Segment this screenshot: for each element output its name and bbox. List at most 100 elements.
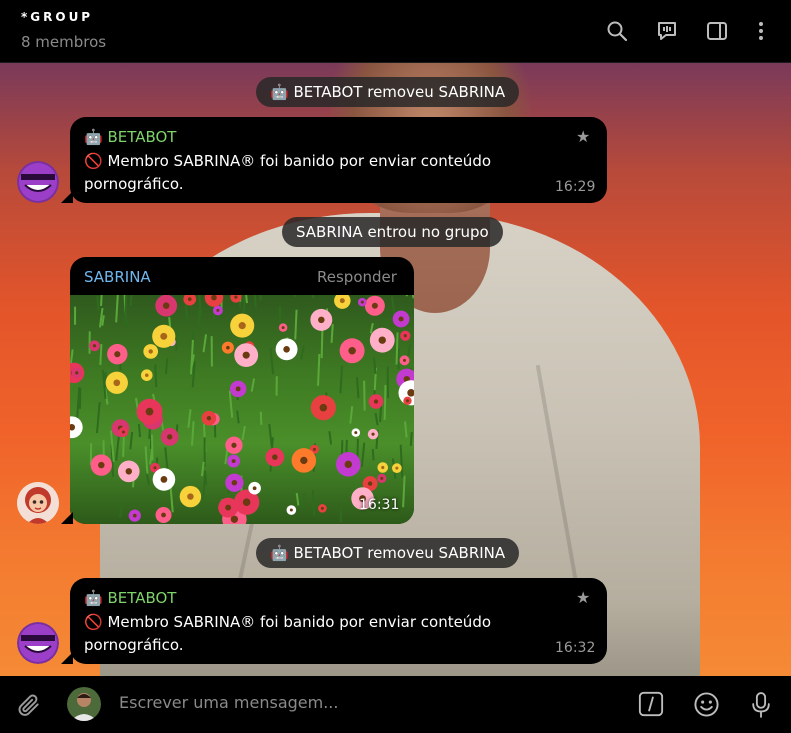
grass-stroke	[76, 387, 81, 419]
grass-stroke	[101, 315, 105, 326]
flower-center	[145, 407, 154, 416]
flower-center	[235, 386, 241, 392]
flower-center	[319, 403, 328, 412]
bot-command-icon[interactable]	[637, 690, 665, 718]
grass-stroke	[201, 475, 207, 503]
message-bubble[interactable]: 🤖 BETABOT ★ 🚫 Membro SABRINA® foi banido…	[70, 117, 607, 203]
avatar[interactable]	[17, 622, 59, 664]
sender-name[interactable]: 🤖 BETABOT	[84, 128, 176, 146]
grass-stroke	[402, 475, 406, 508]
grass-stroke	[100, 295, 103, 306]
star-icon[interactable]: ★	[576, 127, 590, 146]
flower-center	[211, 295, 217, 301]
grass-stroke	[269, 348, 275, 375]
flower-center	[272, 454, 278, 460]
grass-stroke	[339, 365, 344, 394]
flower-center	[231, 459, 236, 463]
grass-stroke	[356, 377, 360, 399]
flower-center	[320, 506, 324, 510]
message-bubble[interactable]: 🤖 BETABOT ★ 🚫 Membro SABRINA® foi banido…	[70, 578, 607, 664]
grass-stroke	[405, 295, 408, 297]
flower-center	[231, 479, 238, 486]
grass-stroke	[96, 295, 100, 311]
flower-center	[98, 461, 105, 469]
flower-center	[238, 322, 246, 330]
grass-stroke	[144, 446, 149, 474]
sender-name[interactable]: 🤖 BETABOT	[84, 589, 176, 607]
sidebar-toggle-icon[interactable]	[702, 16, 732, 46]
grass-stroke	[137, 423, 142, 438]
avatar[interactable]	[17, 161, 59, 203]
flower-center	[145, 373, 149, 377]
grass-stroke	[259, 295, 262, 301]
flower-center	[132, 513, 137, 518]
sender-name[interactable]: SABRINA	[84, 268, 151, 286]
grass-stroke	[253, 295, 257, 308]
flower-center	[234, 295, 238, 299]
flower-center	[339, 298, 345, 304]
grass-stroke	[300, 344, 306, 360]
grass-stroke	[349, 406, 354, 424]
flower-center	[148, 349, 153, 354]
flower-field-photo[interactable]	[70, 295, 414, 524]
flower-center	[344, 460, 352, 469]
flower-center	[153, 466, 157, 470]
chat-area[interactable]: 🤖 BETABOT removeu SABRINA 🤖 BETABOT ★ 🚫 …	[0, 63, 791, 676]
emoji-icon[interactable]	[692, 690, 720, 718]
flower-center	[92, 344, 97, 348]
grass-stroke	[129, 431, 134, 450]
flower-center	[354, 431, 358, 435]
flower-center	[162, 302, 170, 309]
reply-button[interactable]: Responder	[317, 268, 397, 286]
grass-stroke	[99, 344, 103, 365]
microphone-icon[interactable]	[748, 689, 774, 721]
grass-stroke	[124, 295, 128, 326]
voice-chat-icon[interactable]	[652, 16, 682, 46]
member-count[interactable]: 8 membros	[21, 33, 106, 51]
flower-center	[206, 415, 212, 421]
message-text: 🚫 Membro SABRINA® foi banido por enviar …	[84, 611, 491, 657]
more-vert-icon[interactable]	[746, 16, 776, 46]
flower-center	[398, 316, 404, 322]
flower-center	[281, 326, 285, 330]
grass-stroke	[404, 421, 408, 438]
flower-center	[167, 434, 173, 440]
grass-stroke	[191, 421, 195, 446]
flower-center	[381, 465, 385, 470]
paperclip-icon[interactable]	[14, 690, 44, 720]
message-time: 16:32	[555, 640, 596, 656]
grass-stroke	[115, 295, 119, 323]
grass-stroke	[200, 461, 205, 477]
flower-center	[371, 302, 378, 309]
photo-message-bubble[interactable]: SABRINA Responder 16:31	[70, 257, 414, 524]
user-avatar[interactable]	[67, 687, 101, 721]
flower-center	[283, 345, 290, 353]
flower-center	[378, 336, 386, 344]
search-icon[interactable]	[602, 16, 632, 46]
flower-center	[403, 334, 407, 338]
grass-stroke	[259, 411, 263, 425]
message-time: 16:29	[555, 179, 596, 195]
grass-stroke	[154, 364, 158, 388]
chat-title[interactable]: *GROUP	[21, 10, 93, 24]
grass-stroke	[250, 378, 256, 392]
flower-center	[371, 432, 375, 436]
grass-stroke	[95, 401, 101, 434]
grass-stroke	[202, 334, 208, 353]
avatar[interactable]	[17, 482, 59, 524]
grass-stroke	[374, 412, 379, 426]
flower-center	[252, 486, 257, 491]
message-input[interactable]: Escrever uma mensagem...	[119, 693, 338, 712]
grass-stroke	[150, 434, 154, 461]
message-time: 16:31	[359, 497, 400, 513]
message-line: 🚫 Membro SABRINA® foi banido por enviar …	[84, 613, 492, 631]
flower-center	[231, 442, 237, 448]
flower-center	[121, 430, 125, 434]
grass-stroke	[390, 296, 396, 316]
star-icon[interactable]: ★	[576, 588, 590, 607]
grass-stroke	[407, 344, 412, 356]
grass-stroke	[311, 295, 315, 299]
grass-stroke	[243, 295, 246, 314]
flower-center	[312, 447, 316, 451]
grass-stroke	[328, 430, 333, 445]
